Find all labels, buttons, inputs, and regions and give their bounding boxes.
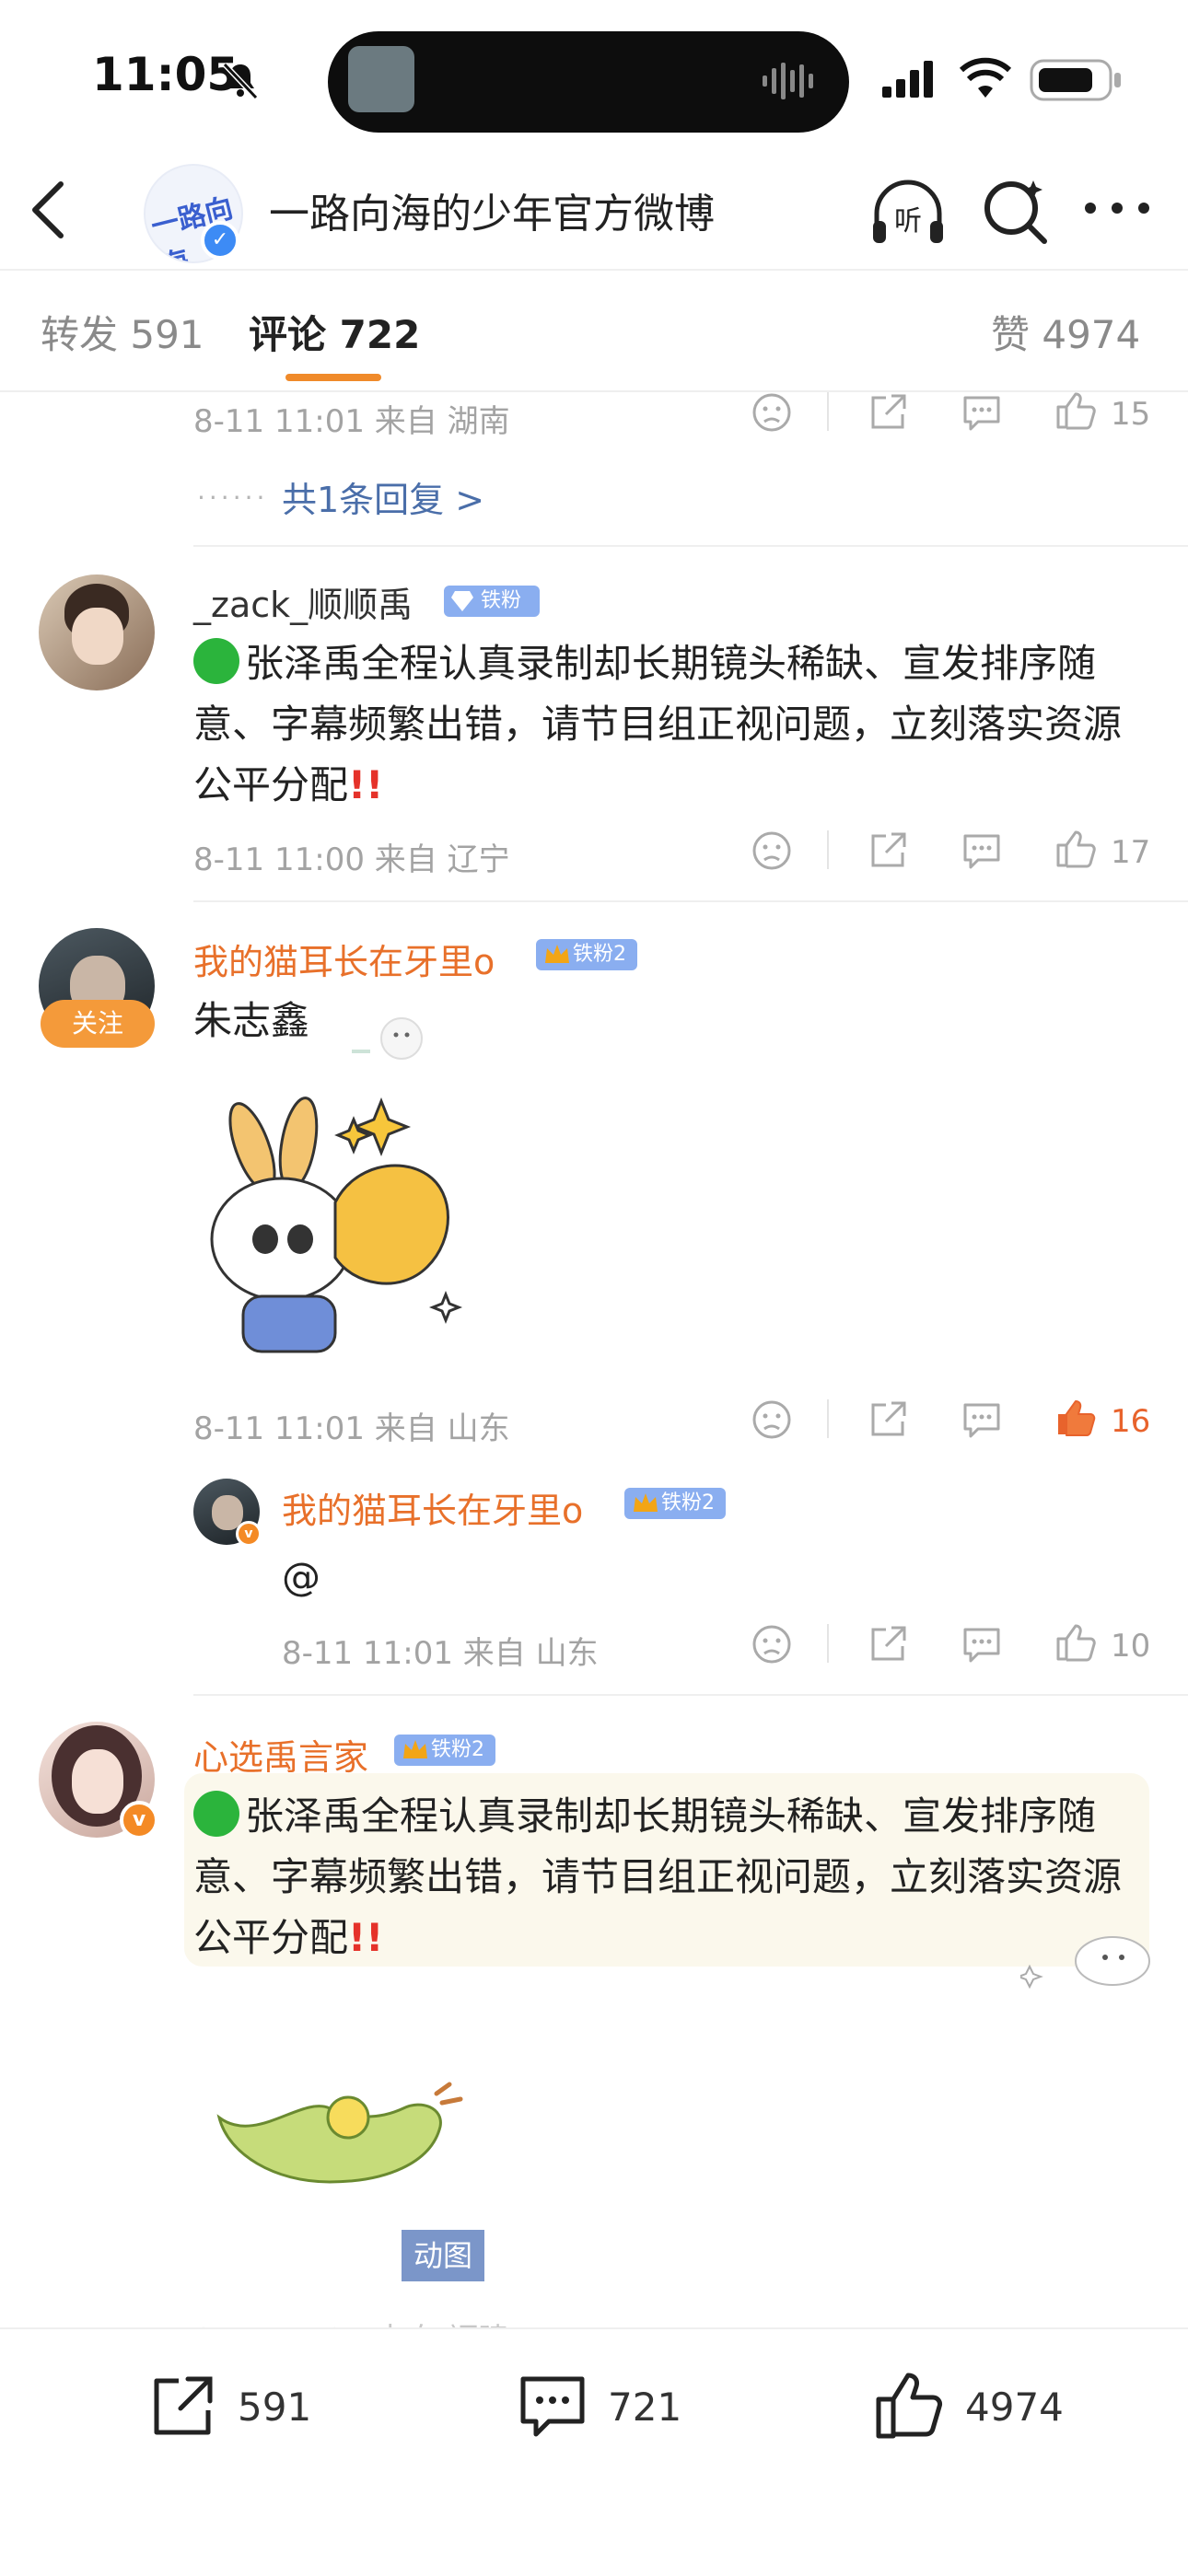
- reply-text: @: [282, 1554, 320, 1599]
- like-thumb-icon[interactable]: [1054, 1620, 1098, 1665]
- commenter-name[interactable]: 心选禹言家: [193, 1729, 368, 1780]
- action-separator: [827, 1399, 829, 1438]
- comment-divider: [193, 900, 1188, 902]
- now-playing-thumbnail: [348, 46, 414, 112]
- liked-thumb-icon[interactable]: [1054, 1396, 1098, 1440]
- dislike-face-icon[interactable]: [750, 829, 794, 873]
- bell-muted-icon: [222, 62, 259, 100]
- tab-likes[interactable]: 赞 4974: [991, 304, 1140, 360]
- search-icon[interactable]: [980, 175, 1050, 245]
- comment-divider: [193, 545, 1188, 547]
- dislike-face-icon[interactable]: [750, 1398, 794, 1442]
- audio-waveform-icon: [763, 63, 813, 99]
- like-count: 10: [1111, 1628, 1151, 1665]
- action-separator: [827, 1624, 829, 1663]
- reply-comment-icon[interactable]: [960, 1398, 1004, 1442]
- like-icon[interactable]: [873, 2368, 947, 2442]
- verified-badge-icon: v: [236, 1521, 262, 1547]
- commenter-name[interactable]: 我的猫耳长在牙里o: [282, 1482, 583, 1533]
- more-options-icon[interactable]: [1083, 201, 1151, 215]
- dislike-face-icon[interactable]: [750, 1622, 794, 1666]
- like-count: 17: [1111, 834, 1151, 871]
- listen-headphone-icon[interactable]: 听: [869, 175, 947, 249]
- dog-sticker-icon: [352, 1017, 423, 1060]
- comment-text: 朱志鑫: [193, 998, 310, 1043]
- reply-comment-icon[interactable]: [960, 829, 1004, 873]
- comment-text: 张泽禹全程认真录制却长期镜头稀缺、宣发排序随意、字幕频繁出错，请节目组正视问题，…: [193, 633, 1151, 816]
- share-icon[interactable]: [866, 390, 910, 435]
- fan-level-badge: 铁粉1: [444, 586, 540, 644]
- page-title: 一路向海的少年官方微博: [269, 191, 715, 238]
- tab-reposts[interactable]: 转发 591: [41, 304, 204, 360]
- cellular-signal-icon: [882, 61, 933, 98]
- share-icon[interactable]: [866, 1398, 910, 1442]
- verified-badge-icon: v: [120, 1801, 158, 1839]
- view-replies-link[interactable]: 共1条回复 >: [282, 471, 484, 522]
- like-count: 15: [1111, 396, 1151, 433]
- comment-meta: 8-11 11:01 来自 湖南: [193, 403, 510, 440]
- like-thumb-icon[interactable]: [1054, 827, 1098, 871]
- comment-text: 张泽禹全程认真录制却长期镜头稀缺、宣发排序随意、字幕频繁出错，请节目组正视问题，…: [193, 1786, 1133, 1968]
- commenter-name[interactable]: _zack_顺顺禹: [193, 576, 413, 627]
- tab-comments[interactable]: 评论 722: [249, 304, 420, 360]
- verified-badge-icon: ✓: [201, 221, 239, 260]
- comment-icon[interactable]: [516, 2372, 589, 2442]
- commenter-name[interactable]: 我的猫耳长在牙里o: [193, 934, 495, 984]
- repost-count[interactable]: 591: [238, 2385, 311, 2430]
- dino-gif-sticker[interactable]: [210, 2071, 468, 2219]
- fan-level-badge: 铁粉2: [624, 1488, 726, 1519]
- follow-button[interactable]: 关注: [41, 1000, 155, 1048]
- svg-text:听: 听: [894, 205, 922, 238]
- reply-comment-icon[interactable]: [960, 390, 1004, 435]
- wifi-icon: [960, 57, 1011, 98]
- status-time: 11:05: [92, 48, 239, 101]
- tabs-divider: [0, 390, 1188, 392]
- back-arrow-icon[interactable]: [28, 180, 68, 239]
- double-exclamation-emoji: !!: [348, 762, 384, 807]
- fan-level-badge: 铁粉2: [394, 1735, 495, 1766]
- gif-label: 动图: [402, 2230, 484, 2281]
- bunny-thumbsup-sticker: [210, 1097, 463, 1353]
- action-separator: [827, 830, 829, 869]
- like-count: 16: [1111, 1403, 1151, 1440]
- share-icon[interactable]: [866, 1622, 910, 1666]
- reply-comment-icon[interactable]: [960, 1622, 1004, 1666]
- comment-meta: 8-11 11:01 来自 山东: [282, 1635, 599, 1672]
- share-icon[interactable]: [866, 829, 910, 873]
- green-circle-emoji: [193, 1791, 239, 1837]
- comment-meta: 8-11 11:00 来自 辽宁: [193, 841, 510, 878]
- green-circle-emoji: [193, 638, 239, 684]
- comment-meta: 8-11 11:01 来自 山东: [193, 1410, 510, 1447]
- battery-icon: [1030, 59, 1121, 101]
- double-exclamation-emoji: !!: [348, 1915, 384, 1960]
- dislike-face-icon[interactable]: [750, 390, 794, 435]
- fan-level-badge: 铁粉2: [536, 939, 637, 970]
- user-avatar[interactable]: [39, 574, 155, 690]
- bottom-action-bar: [0, 2327, 1188, 2576]
- like-thumb-icon[interactable]: [1054, 389, 1098, 433]
- comment-count[interactable]: 721: [608, 2385, 681, 2430]
- header-divider: [0, 269, 1188, 271]
- comment-divider: [193, 1694, 1188, 1696]
- active-tab-indicator: [285, 374, 381, 381]
- action-separator: [827, 392, 829, 431]
- repost-icon[interactable]: [147, 2372, 217, 2442]
- like-count-total[interactable]: 4974: [965, 2385, 1064, 2430]
- thread-ellipsis: ······: [197, 482, 269, 513]
